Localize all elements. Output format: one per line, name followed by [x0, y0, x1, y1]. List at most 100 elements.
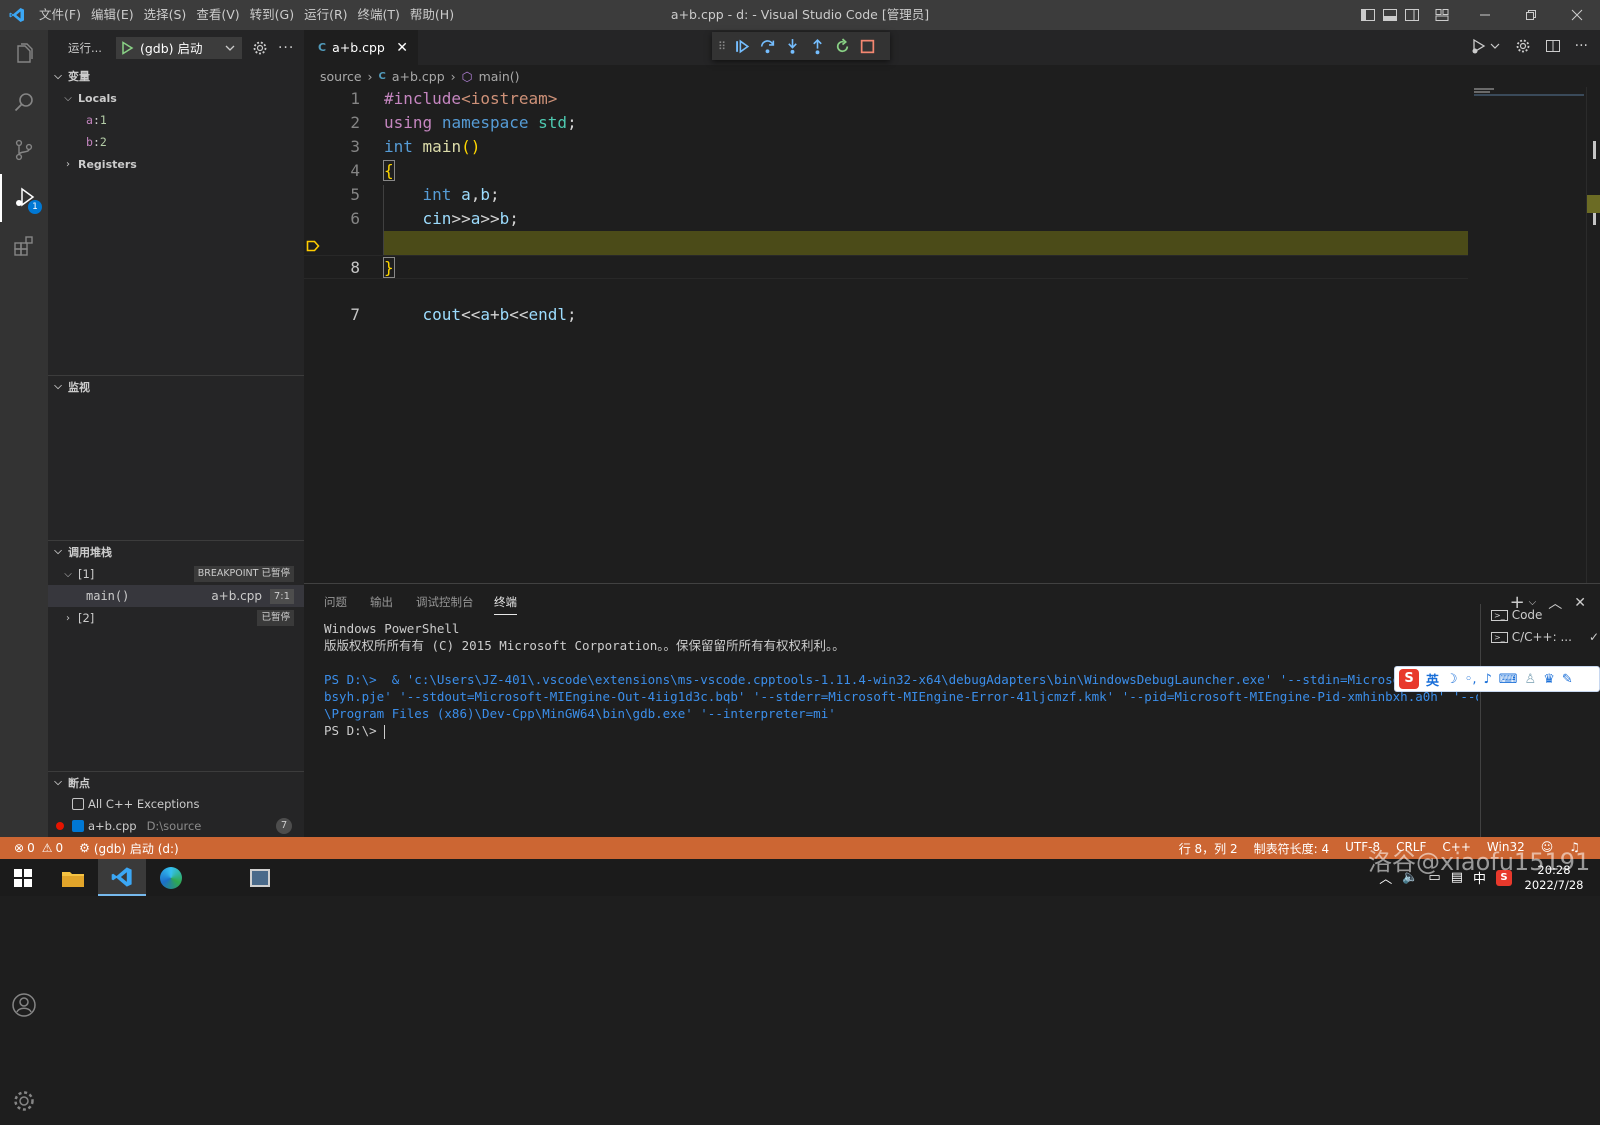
indentation[interactable]: 制表符长度: 4	[1254, 840, 1330, 857]
restore-button[interactable]	[1508, 0, 1554, 30]
variables-section-header[interactable]: ⌵ 变量	[48, 65, 304, 87]
launch-config-select[interactable]: (gdb) 启动	[115, 36, 242, 59]
close-tab-icon[interactable]: ✕	[396, 40, 408, 56]
menu-help[interactable]: 帮助(H)	[405, 0, 459, 30]
moon-icon[interactable]: ☽	[1446, 672, 1458, 687]
more-actions-icon[interactable]: ···	[1575, 38, 1588, 54]
ime-indicator[interactable]: 中	[1473, 868, 1486, 887]
thread-row[interactable]: ⌵ [1] BREAKPOINT 已暂停	[48, 563, 304, 585]
menu-terminal[interactable]: 终端(T)	[353, 0, 405, 30]
cursor-position[interactable]: 行 8，列 2	[1179, 840, 1238, 857]
problems-status[interactable]: ⊗ 0 ⚠ 0	[14, 841, 63, 855]
run-and-debug-icon[interactable]: 1	[0, 174, 48, 222]
tab-debug-console[interactable]: 调试控制台	[416, 594, 474, 610]
customize-layout-icon[interactable]	[1434, 7, 1450, 23]
tab-problems[interactable]: 问题	[324, 594, 347, 610]
start-button-icon[interactable]	[14, 869, 32, 890]
current-execution-line: 7 cout<<a+b<<endl;	[304, 231, 1468, 324]
feedback-icon[interactable]: ☺	[1541, 840, 1554, 857]
keyboard-icon[interactable]: ⌨	[1499, 672, 1518, 687]
accounts-icon[interactable]	[0, 981, 48, 1029]
split-editor-icon[interactable]	[1545, 38, 1561, 54]
platform[interactable]: Win32	[1487, 840, 1525, 857]
continue-icon[interactable]	[734, 38, 751, 55]
stack-frame-row[interactable]: main() a+b.cpp 7:1	[48, 585, 304, 607]
tools-icon[interactable]: ✎	[1562, 672, 1573, 687]
search-icon[interactable]	[0, 78, 48, 126]
watch-section-header[interactable]: ⌵ 监视	[48, 375, 304, 397]
breakpoint-row[interactable]: a+b.cpp D:\source 7	[48, 815, 304, 837]
thread-row[interactable]: › [2] 已暂停	[48, 607, 304, 629]
terminal-instance[interactable]: >_ Code	[1491, 608, 1542, 622]
tray-chevron-up-icon[interactable]: ︿	[1379, 868, 1392, 887]
debug-toolbar-header: 运行... (gdb) 启动 ···	[48, 30, 304, 65]
skin-icon[interactable]: ♛	[1543, 672, 1555, 687]
source-control-icon[interactable]	[0, 126, 48, 174]
restart-icon[interactable]	[834, 37, 851, 55]
minimize-button[interactable]	[1462, 0, 1508, 30]
variable-row[interactable]: b: 2	[48, 131, 304, 153]
tab-output[interactable]: 输出	[370, 594, 393, 610]
network-icon[interactable]: ▭	[1428, 870, 1440, 885]
terminal-line: PS D:\> & 'c:\Users\JZ-401\.vscode\exten…	[324, 672, 1478, 687]
toggle-secondary-sidebar-icon[interactable]	[1404, 7, 1420, 23]
volume-icon[interactable]: 🔈	[1402, 870, 1418, 885]
variable-row[interactable]: a: 1	[48, 109, 304, 131]
start-debugging-icon[interactable]	[120, 40, 134, 55]
breadcrumb-symbol[interactable]: main()	[479, 69, 520, 84]
menu-go[interactable]: 转到(G)	[245, 0, 299, 30]
language-mode[interactable]: C++	[1442, 840, 1471, 857]
checkbox[interactable]	[72, 820, 84, 832]
step-over-icon[interactable]	[759, 38, 776, 55]
breadcrumb-folder[interactable]: source	[320, 69, 362, 84]
menu-file[interactable]: 文件(F)	[34, 0, 86, 30]
breadcrumb-file[interactable]: a+b.cpp	[392, 69, 445, 84]
menu-view[interactable]: 查看(V)	[191, 0, 244, 30]
step-into-icon[interactable]	[784, 38, 801, 55]
breakpoints-section-header[interactable]: ⌵ 断点	[48, 771, 304, 793]
callstack-section-header[interactable]: ⌵ 调用堆栈	[48, 540, 304, 562]
sogou-tray-icon[interactable]: S	[1496, 869, 1512, 886]
vscode-taskbar-icon[interactable]	[98, 859, 146, 896]
explorer-icon[interactable]	[0, 30, 48, 78]
close-button[interactable]	[1554, 0, 1600, 30]
editor-scrollbar[interactable]	[1586, 87, 1600, 583]
terminal-instance[interactable]: >_ C/C++: ... ✓	[1491, 630, 1599, 644]
file-explorer-taskbar-icon[interactable]	[62, 869, 84, 890]
edge-taskbar-icon[interactable]	[160, 867, 182, 889]
stop-icon[interactable]	[859, 38, 876, 55]
checkbox[interactable]	[72, 798, 84, 810]
app-window-taskbar-icon[interactable]	[250, 869, 270, 887]
terminal-output[interactable]: Windows PowerShell 版版权权所所有有 (C) 2015 Mic…	[304, 620, 1478, 830]
manage-gear-icon[interactable]	[0, 1077, 48, 1125]
minimap[interactable]	[1474, 87, 1584, 101]
action-center-icon[interactable]: ▤	[1451, 870, 1463, 885]
clock[interactable]: 20:28 2022/7/28	[1522, 863, 1586, 893]
menu-run[interactable]: 运行(R)	[299, 0, 352, 30]
open-launch-json-gear-icon[interactable]	[252, 40, 268, 56]
menu-edit[interactable]: 编辑(E)	[86, 0, 139, 30]
run-debug-dropdown-icon[interactable]	[1471, 38, 1501, 54]
end-of-line[interactable]: CRLF	[1396, 840, 1426, 857]
extensions-icon[interactable]	[0, 222, 48, 270]
drag-handle-icon[interactable]: ⠿	[718, 40, 726, 53]
more-actions-icon[interactable]: ···	[278, 40, 294, 56]
breakpoint-exceptions-row[interactable]: All C++ Exceptions	[48, 793, 304, 815]
settings-gear-icon[interactable]	[1515, 38, 1531, 54]
step-out-icon[interactable]	[809, 38, 826, 55]
registers-scope[interactable]: › Registers	[48, 153, 304, 175]
microphone-icon[interactable]: ♪	[1483, 672, 1491, 687]
debug-status[interactable]: ⚙ (gdb) 启动 (d:)	[79, 840, 179, 857]
menu-selection[interactable]: 选择(S)	[139, 0, 192, 30]
tab-terminal[interactable]: 终端	[494, 594, 517, 615]
toggle-panel-icon[interactable]	[1382, 7, 1398, 23]
ime-mode[interactable]: 英	[1426, 670, 1439, 689]
punctuation-icon[interactable]: ◦,	[1465, 672, 1477, 687]
user-icon[interactable]: ♙	[1525, 672, 1537, 687]
tab-a-b-cpp[interactable]: C a+b.cpp ✕	[304, 30, 418, 65]
ime-toolbar[interactable]: S 英 ☽ ◦, ♪ ⌨ ♙ ♛ ✎	[1394, 666, 1600, 692]
encoding[interactable]: UTF-8	[1345, 840, 1380, 857]
toggle-sidebar-icon[interactable]	[1360, 7, 1376, 23]
notifications-bell-icon[interactable]: ♫	[1569, 840, 1580, 857]
locals-scope[interactable]: ⌵ Locals	[48, 87, 304, 109]
